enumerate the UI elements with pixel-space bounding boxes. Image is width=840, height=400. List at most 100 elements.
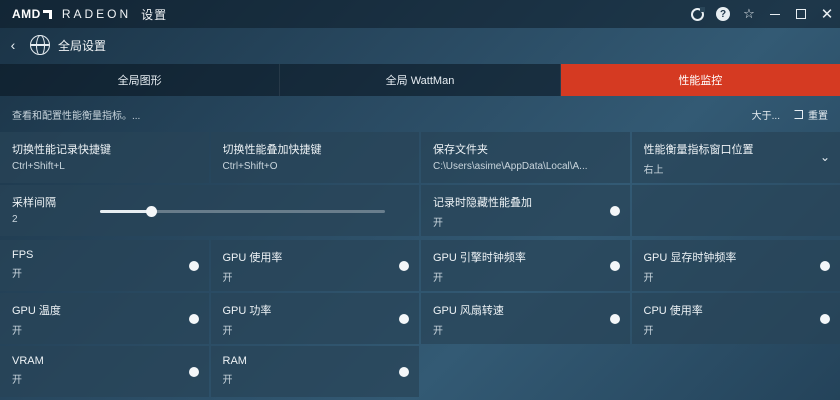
toggle-switch[interactable] <box>609 314 620 324</box>
setting-label: 切换性能叠加快捷键 <box>222 144 322 156</box>
metric-label: GPU 温度 <box>12 305 61 317</box>
metric-label: VRAM <box>12 355 44 367</box>
help-button[interactable]: ? <box>710 0 736 28</box>
reset-icon <box>794 109 803 119</box>
slider-fill <box>100 210 152 213</box>
chevron-down-icon: ⌄ <box>819 150 830 164</box>
toggle-switch[interactable] <box>609 206 620 216</box>
tab-global-wattman[interactable]: 全局 WattMan <box>280 64 561 96</box>
toggle-switch[interactable] <box>188 367 199 377</box>
metric-gpu-memory-clock-toggle[interactable]: GPU 显存时钟频率 开 <box>631 240 840 291</box>
section-header: 查看和配置性能衡量指标。... 大于... 重置 <box>0 96 840 132</box>
metric-value: 开 <box>222 375 233 386</box>
toggle-switch[interactable] <box>188 314 199 324</box>
metric-label: CPU 使用率 <box>643 305 703 317</box>
page-title: 全局设置 <box>58 38 107 53</box>
star-icon: ☆ <box>743 6 755 21</box>
setting-label: 切换性能记录快捷键 <box>12 144 111 156</box>
log-hotkey-setting[interactable]: 切换性能记录快捷键 Ctrl+Shift+L <box>0 132 209 183</box>
metric-value: 开 <box>12 326 22 337</box>
setting-value: 2 <box>12 214 18 225</box>
title-bar: AMD RADEON 设置 ? ☆ ✕ <box>0 0 840 28</box>
section-description: 查看和配置性能衡量指标。... <box>12 110 141 122</box>
metric-label: GPU 引擎时钟频率 <box>433 252 526 264</box>
metric-label: FPS <box>12 249 34 261</box>
metric-gpu-power-toggle[interactable]: GPU 功率 开 <box>210 293 419 344</box>
toggle-switch[interactable] <box>399 261 409 271</box>
globe-icon <box>30 35 50 55</box>
reset-button[interactable]: 重置 <box>794 107 828 122</box>
metric-label: RAM <box>222 355 247 367</box>
sync-button[interactable] <box>684 0 710 28</box>
metric-ram-toggle[interactable]: RAM 开 <box>210 346 419 397</box>
app-title: 设置 <box>141 7 168 22</box>
help-icon: ? <box>716 7 730 21</box>
metric-value: 开 <box>222 273 233 284</box>
setting-label: 性能衡量指标窗口位置 <box>643 144 754 156</box>
toggle-switch[interactable] <box>399 314 409 324</box>
metric-value: 开 <box>433 273 443 284</box>
metric-label: GPU 功率 <box>222 305 272 317</box>
metric-value: 开 <box>433 326 443 337</box>
metrics-row: VRAM 开 RAM 开 <box>0 346 840 397</box>
metric-gpu-temperature-toggle[interactable]: GPU 温度 开 <box>0 293 209 344</box>
setting-label: 采样间隔 <box>12 197 56 209</box>
metric-fps-toggle[interactable]: FPS 开 <box>0 240 209 291</box>
save-folder-setting[interactable]: 保存文件夹 C:\Users\asime\AppData\Local\A... <box>421 132 630 183</box>
radeon-logo-text: RADEON <box>61 7 132 21</box>
amd-arrow-icon <box>42 9 52 19</box>
amd-logo-text: AMD <box>12 7 41 21</box>
metric-label: GPU 风扇转速 <box>433 305 504 317</box>
metric-cpu-usage-toggle[interactable]: CPU 使用率 开 <box>631 293 840 344</box>
toggle-switch[interactable] <box>820 261 830 271</box>
setting-value: Ctrl+Shift+O <box>222 161 278 172</box>
maximize-icon <box>796 9 806 19</box>
reset-label: 重置 <box>808 110 828 122</box>
metric-vram-toggle[interactable]: VRAM 开 <box>0 346 209 397</box>
settings-grid: 切换性能记录快捷键 Ctrl+Shift+L 切换性能叠加快捷键 Ctrl+Sh… <box>0 132 840 399</box>
metric-value: 开 <box>12 269 22 280</box>
about-link[interactable]: 大于... <box>752 107 780 122</box>
window-controls: ? ☆ ✕ <box>684 0 840 28</box>
sample-interval-setting: 采样间隔 2 <box>0 185 419 236</box>
close-button[interactable]: ✕ <box>814 0 840 28</box>
amd-logo: AMD <box>12 7 52 21</box>
overlay-hotkey-setting[interactable]: 切换性能叠加快捷键 Ctrl+Shift+O <box>210 132 419 183</box>
back-button[interactable]: ‹ <box>0 28 26 62</box>
toggle-switch[interactable] <box>399 367 409 377</box>
favorite-button[interactable]: ☆ <box>736 0 762 28</box>
maximize-button[interactable] <box>788 0 814 28</box>
metrics-row: FPS 开 GPU 使用率 开 GPU 引擎时钟频率 开 GPU 显存时钟频率 … <box>0 240 840 291</box>
minimize-button[interactable] <box>762 0 788 28</box>
empty-cell <box>631 185 840 236</box>
hide-overlay-toggle[interactable]: 记录时隐藏性能叠加 开 <box>421 185 630 236</box>
brand: AMD RADEON 设置 <box>0 6 167 23</box>
nav-bar: ‹ 全局设置 <box>0 28 840 62</box>
metric-gpu-engine-clock-toggle[interactable]: GPU 引擎时钟频率 开 <box>421 240 630 291</box>
settings-row: 切换性能记录快捷键 Ctrl+Shift+L 切换性能叠加快捷键 Ctrl+Sh… <box>0 132 840 183</box>
close-icon: ✕ <box>820 6 834 23</box>
tab-performance-monitoring[interactable]: 性能监控 <box>560 64 840 96</box>
setting-value: Ctrl+Shift+L <box>12 161 65 172</box>
metric-value: 开 <box>643 326 654 337</box>
metric-gpu-fan-speed-toggle[interactable]: GPU 风扇转速 开 <box>421 293 630 344</box>
metric-value: 开 <box>222 326 233 337</box>
metric-value: 开 <box>12 375 22 386</box>
toggle-switch[interactable] <box>609 261 620 271</box>
setting-value: 开 <box>433 218 443 229</box>
tab-global-graphics[interactable]: 全局图形 <box>0 64 281 96</box>
toggle-switch[interactable] <box>820 314 830 324</box>
settings-row: 采样间隔 2 记录时隐藏性能叠加 开 <box>0 185 840 236</box>
sample-interval-slider[interactable] <box>100 206 385 217</box>
metrics-row: GPU 温度 开 GPU 功率 开 GPU 风扇转速 开 CPU 使用率 开 <box>0 293 840 344</box>
toggle-switch[interactable] <box>188 261 199 271</box>
metric-value: 开 <box>643 273 654 284</box>
overlay-position-dropdown[interactable]: 性能衡量指标窗口位置 右上 ⌄ <box>631 132 840 183</box>
setting-label: 记录时隐藏性能叠加 <box>433 197 532 209</box>
metric-label: GPU 显存时钟频率 <box>643 252 737 264</box>
section-actions: 大于... 重置 <box>752 107 828 122</box>
setting-value: 右上 <box>643 165 664 176</box>
metric-label: GPU 使用率 <box>222 252 283 264</box>
metric-gpu-usage-toggle[interactable]: GPU 使用率 开 <box>210 240 419 291</box>
sync-icon <box>690 6 705 21</box>
